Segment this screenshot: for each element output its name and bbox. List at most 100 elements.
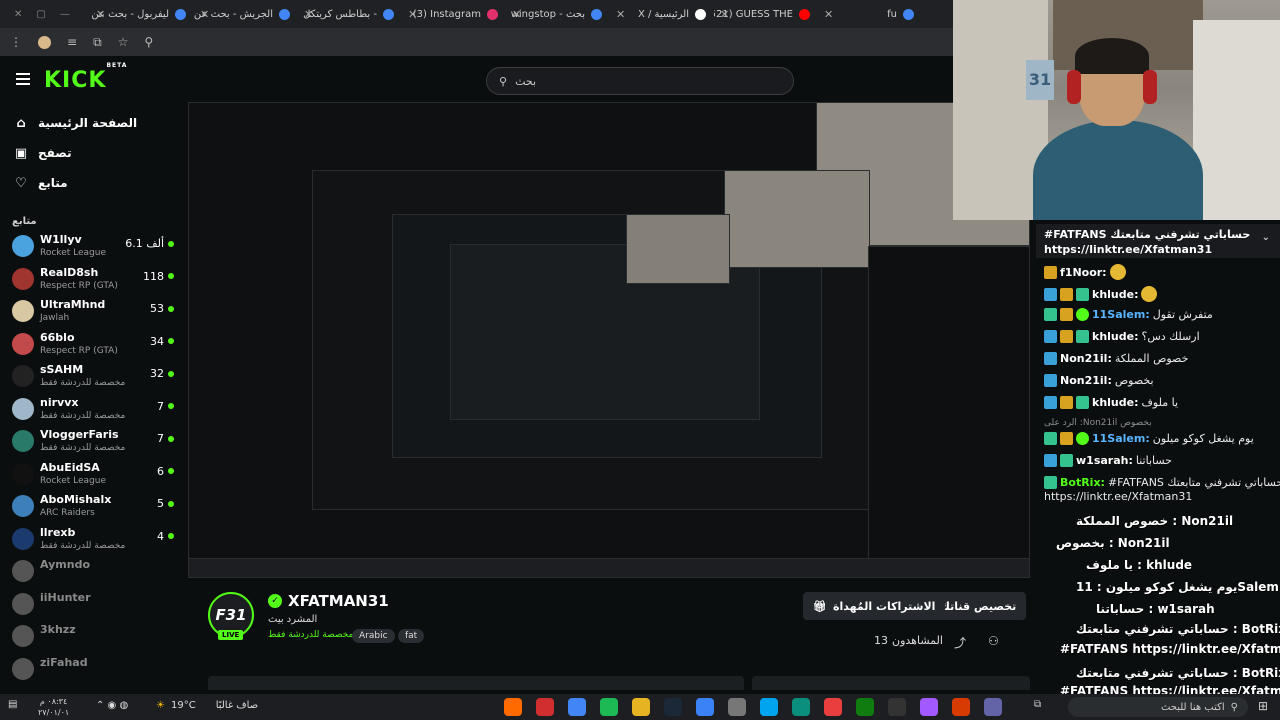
sidebar-nav-item[interactable]: ⌂ الصفحة الرئيسية <box>0 108 186 138</box>
sidebar-nav-item[interactable]: ♡ متابع <box>0 168 186 198</box>
close-window-icon[interactable]: ✕ <box>14 9 22 20</box>
profile-avatar[interactable] <box>38 35 51 49</box>
hamburger-menu-icon[interactable] <box>16 73 30 85</box>
sidebar-nav-item[interactable]: ▣ تصفح <box>0 138 186 168</box>
chat-message[interactable]: khlude: <box>1044 286 1158 302</box>
sidebar-channel[interactable]: ziFahad <box>0 656 186 689</box>
taskbar-app-icon[interactable] <box>696 698 714 716</box>
chat-username[interactable]: w1sarah: <box>1076 454 1133 467</box>
start-icon[interactable]: ⊞ <box>1258 699 1268 713</box>
search-input[interactable]: ⚲ بحث <box>486 67 794 95</box>
taskbar-app-icon[interactable] <box>984 698 1002 716</box>
weather-widget[interactable]: ☀ 19°C صاف غالبًا <box>156 700 258 711</box>
sidebar-channel[interactable]: nirvvx مخصصة للدردشة فقط 7 <box>0 396 186 429</box>
tray-icons[interactable]: ⌃ ◉ ◍ <box>96 700 128 711</box>
sidebar-channel[interactable]: VloggerFaris مخصصة للدردشة فقط 7 <box>0 428 186 461</box>
stream-video-player[interactable] <box>188 102 1030 578</box>
chat-message[interactable]: 11Salem: متفرش تقول <box>1044 308 1213 321</box>
taskbar-app-icon[interactable] <box>856 698 874 716</box>
browser-tab[interactable]: ✕ الجريش - بحث عن <box>194 0 298 28</box>
tab-close-icon[interactable]: ✕ <box>512 8 521 21</box>
chat-username[interactable]: Non21il: <box>1060 374 1112 387</box>
browser-tab[interactable]: ✕ fu <box>818 0 922 28</box>
bot-link[interactable]: https://linktr.ee/Xfatman31 <box>1044 490 1192 503</box>
taskbar-clock[interactable]: ٠٨:٣٤ م ٢٧/٠١/٠١ <box>38 696 69 718</box>
sidebar-channel[interactable]: llrexb مخصصة للدردشة فقط 4 <box>0 526 186 559</box>
chat-message[interactable]: Non21il: بخصوص <box>1044 374 1154 387</box>
tag-arabic[interactable]: Arabic <box>352 629 395 643</box>
browser-tab[interactable]: ✕ بطاطس كريتكل - <box>298 0 402 28</box>
tab-close-icon[interactable]: ✕ <box>408 8 417 21</box>
maximize-window-icon[interactable]: ▢ <box>36 9 45 20</box>
sidebar-channel[interactable]: sSAHM مخصصة للدردشة فقط 32 <box>0 363 186 396</box>
browser-tab[interactable]: ✕ ليفربول - بحث عن <box>90 0 194 28</box>
sidebar-channel[interactable]: AboMishalx ARC Raiders 5 <box>0 493 186 526</box>
browser-tab[interactable]: ✕ wingstop - بحث <box>506 0 610 28</box>
chat-message[interactable]: BotRix: #FATFANS حساباتي تشرفني متابعتك <box>1044 476 1280 489</box>
pinned-link[interactable]: https://linktr.ee/Xfatman31 <box>1044 243 1272 256</box>
taskbar-app-icon[interactable] <box>824 698 842 716</box>
browser-tab[interactable]: ✕ (3) Instagram <box>402 0 506 28</box>
tab-close-icon[interactable]: ✕ <box>720 8 729 21</box>
gifted-subs-button[interactable]: 🎁︎ الاشتراكات المُهداة <box>803 592 946 620</box>
chat-username[interactable]: khlude: <box>1092 330 1138 343</box>
task-view-icon[interactable]: ⧉ <box>1034 699 1041 710</box>
pinned-message[interactable]: #FATFANS حساباتي تشرفني متابعتك https://… <box>1036 224 1280 258</box>
sidebar-channel[interactable]: Aymndo <box>0 558 186 591</box>
menu-dots-icon[interactable]: ⋮ <box>10 35 22 49</box>
chat-message[interactable]: f1Noor: <box>1044 264 1126 280</box>
taskbar-app-icon[interactable] <box>728 698 746 716</box>
notification-icon[interactable]: ▤ <box>8 699 17 710</box>
tab-close-icon[interactable]: ✕ <box>824 8 833 21</box>
tag-fat[interactable]: fat <box>398 629 425 643</box>
sidebar-channel[interactable]: 3khzz <box>0 623 186 656</box>
taskbar-app-icon[interactable] <box>888 698 906 716</box>
chat-username[interactable]: 11Salem: <box>1092 432 1150 445</box>
taskbar-app-icon[interactable] <box>760 698 778 716</box>
streamer-name[interactable]: ✓ XFATMAN31 <box>268 592 389 610</box>
chat-message[interactable]: Non21il: خصوص المملكة <box>1044 352 1188 365</box>
tab-close-icon[interactable]: ✕ <box>304 8 313 21</box>
chat-username[interactable]: Non21il: <box>1060 352 1112 365</box>
taskbar-app-icon[interactable] <box>952 698 970 716</box>
stream-category-link[interactable]: مخصصة للدردشة فقط <box>268 630 353 640</box>
tab-close-icon[interactable]: ✕ <box>200 8 209 21</box>
sidebar-channel[interactable]: RealD8sh Respect RP (GTA) 118 <box>0 266 186 299</box>
chat-message[interactable]: w1sarah: حساباتنا <box>1044 454 1172 467</box>
taskbar-app-icon[interactable] <box>792 698 810 716</box>
taskbar-app-icon[interactable] <box>568 698 586 716</box>
zoom-icon[interactable]: ⚲ <box>144 35 153 49</box>
taskbar-app-icon[interactable] <box>664 698 682 716</box>
sidebar-channel[interactable]: UltraMhnd Jawlah 53 <box>0 298 186 331</box>
minimize-window-icon[interactable]: — <box>60 9 70 20</box>
taskbar-app-icon[interactable] <box>536 698 554 716</box>
add-user-icon[interactable]: ⚇ <box>988 634 999 648</box>
kick-logo[interactable]: KICKBETA <box>44 62 127 93</box>
taskbar-app-icon[interactable] <box>504 698 522 716</box>
chat-username[interactable]: 11Salem: <box>1092 308 1150 321</box>
sidebar-channel[interactable]: iiHunter <box>0 591 186 624</box>
chat-message[interactable]: khlude: يا ملوف <box>1044 396 1178 409</box>
chat-username[interactable]: khlude: <box>1092 396 1138 409</box>
tab-close-icon[interactable]: ✕ <box>96 8 105 21</box>
browser-tab[interactable]: ✕ X / الرئيسية <box>610 0 714 28</box>
taskbar-app-icon[interactable] <box>632 698 650 716</box>
chat-username[interactable]: BotRix: <box>1060 476 1105 489</box>
browser-tab[interactable]: ✕ (521) GUESS THE <box>714 0 818 28</box>
extensions-icon[interactable]: ⧉ <box>93 35 102 50</box>
sidebar-channel[interactable]: AbuEidSA Rocket League 6 <box>0 461 186 494</box>
taskbar-app-icon[interactable] <box>600 698 618 716</box>
taskbar-search[interactable]: اكتب هنا للبحث ⚲ <box>1068 697 1248 717</box>
tab-close-icon[interactable]: ✕ <box>616 8 625 21</box>
chevron-down-icon[interactable]: ⌄ <box>1262 232 1270 243</box>
sidebar-channel[interactable]: W1llyv Rocket League 6.1 ألف <box>0 233 186 266</box>
chat-username[interactable]: f1Noor: <box>1060 266 1107 279</box>
chat-message[interactable]: 11Salem: يوم يشغل كوكو ميلون <box>1044 432 1254 445</box>
taskbar-app-icon[interactable] <box>920 698 938 716</box>
bookmark-star-icon[interactable]: ☆ <box>118 35 129 49</box>
chat-message[interactable]: khlude: ارسلك دس؟ <box>1044 330 1200 343</box>
reading-list-icon[interactable]: ≡ <box>67 35 77 49</box>
chat-username[interactable]: khlude: <box>1092 288 1138 301</box>
sidebar-channel[interactable]: 66blo Respect RP (GTA) 34 <box>0 331 186 364</box>
share-icon[interactable]: ⤴ <box>954 634 966 651</box>
